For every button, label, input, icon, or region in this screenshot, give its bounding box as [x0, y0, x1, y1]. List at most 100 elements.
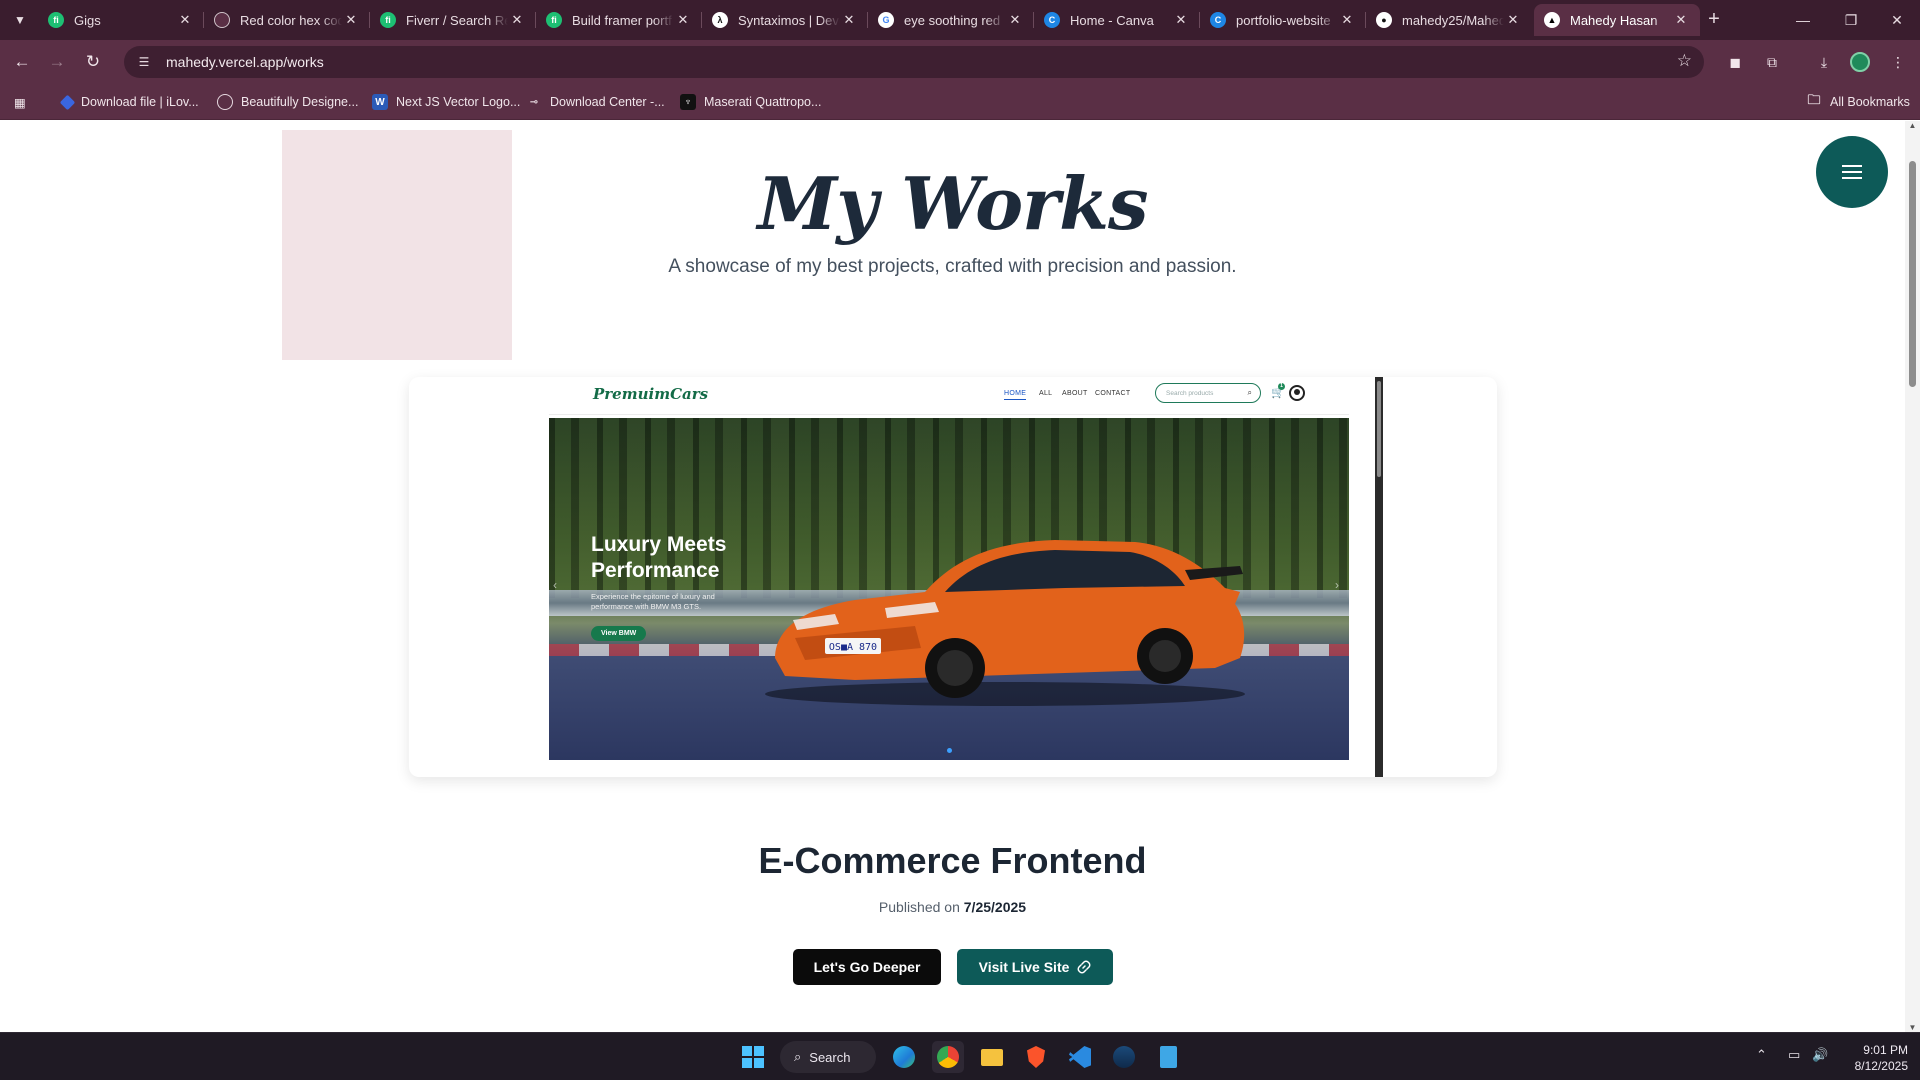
hamburger-menu-button[interactable]: [1816, 136, 1888, 208]
tab-active[interactable]: ▲ Mahedy Hasan ✕: [1534, 4, 1700, 36]
minimize-icon[interactable]: —: [1780, 0, 1826, 40]
system-clock[interactable]: 9:01 PM 8/12/2025: [1838, 1042, 1908, 1074]
url-text: mahedy.vercel.app/works: [166, 54, 324, 70]
site-info-icon[interactable]: ☰: [134, 52, 154, 72]
syntaximos-icon: λ: [712, 12, 728, 28]
bookmark-item[interactable]: Beautifully Designe...: [217, 91, 358, 113]
hero-description: Experience the epitome of luxury and per…: [591, 592, 715, 611]
canva-icon: C: [1044, 12, 1060, 28]
forward-icon[interactable]: →: [43, 48, 71, 76]
display-icon[interactable]: ▭: [1788, 1047, 1800, 1063]
scroll-up-icon[interactable]: ▲: [1907, 121, 1918, 130]
page-scrollbar[interactable]: ▲ ▼: [1905, 121, 1920, 1032]
bookmark-item[interactable]: ♆ Maserati Quattropo...: [680, 91, 821, 113]
preview-hero-image: OS■A 870 Luxury Meets Performance Experi…: [549, 418, 1349, 760]
tab-close-icon[interactable]: ✕: [1672, 12, 1690, 28]
link-icon: ⊸: [529, 96, 539, 108]
vscode-icon[interactable]: [1064, 1041, 1096, 1073]
tab-close-icon[interactable]: ✕: [1338, 12, 1356, 28]
tab-close-icon[interactable]: ✕: [342, 12, 360, 28]
bookmark-label: Beautifully Designe...: [241, 95, 359, 109]
scrollbar-thumb[interactable]: [1909, 161, 1916, 387]
tab-strip: ▼ fi Gigs ✕ Red color hex cod ✕ fi Fiver…: [0, 0, 1920, 40]
user-icon: [1289, 385, 1305, 401]
chrome-icon[interactable]: [932, 1041, 964, 1073]
extensions-puzzle-icon[interactable]: ⧉: [1760, 50, 1784, 74]
scroll-down-icon[interactable]: ▼: [1907, 1023, 1918, 1032]
tab-close-icon[interactable]: ✕: [840, 12, 858, 28]
bookmark-star-icon[interactable]: ☆: [1677, 51, 1692, 71]
notepad-icon[interactable]: [1152, 1041, 1184, 1073]
tab-title: Home - Canva: [1070, 12, 1154, 28]
taskbar-search-label: Search: [809, 1049, 851, 1065]
search-icon: ⌕: [794, 1049, 802, 1064]
back-icon[interactable]: ←: [8, 48, 36, 76]
tab[interactable]: fi Build framer portf ✕: [536, 4, 702, 36]
all-bookmarks[interactable]: 🗀 All Bookmarks: [1806, 91, 1909, 113]
preview-logo: PremuimCars: [593, 385, 709, 403]
steam-icon[interactable]: [1108, 1041, 1140, 1073]
preview-navbar: PremuimCars HOME ALL ABOUT CONTACT Searc…: [549, 377, 1349, 415]
maserati-icon: ♆: [680, 94, 696, 110]
reload-icon[interactable]: ↻: [79, 48, 107, 76]
address-bar[interactable]: ☰ mahedy.vercel.app/works ☆: [124, 46, 1704, 78]
tab-close-icon[interactable]: ✕: [176, 12, 194, 28]
project-title: E-Commerce Frontend: [758, 840, 1147, 881]
new-tab-icon[interactable]: +: [1702, 8, 1726, 32]
restore-icon[interactable]: ❐: [1828, 0, 1874, 40]
vercel-icon: ▲: [1544, 12, 1560, 28]
tab-close-icon[interactable]: ✕: [508, 12, 526, 28]
bookmark-label: Next JS Vector Logo...: [396, 95, 521, 109]
tab[interactable]: C portfolio-website ✕: [1200, 4, 1366, 36]
windows-taskbar: ⌕ Search ⌃ ▭ 🔊 9:01 PM 8/12/2025: [0, 1032, 1920, 1080]
tab-close-icon[interactable]: ✕: [1172, 12, 1190, 28]
volume-icon[interactable]: 🔊: [1812, 1047, 1828, 1063]
hero-title: Luxury Meets Performance: [591, 533, 727, 582]
edge-icon[interactable]: [888, 1041, 920, 1073]
folder-icon: 🗀: [1807, 92, 1821, 107]
tab-search-chevron-icon[interactable]: ▼: [8, 8, 32, 32]
menu-kebab-icon[interactable]: ⋮: [1886, 50, 1910, 74]
carousel-dot: [947, 748, 952, 753]
openai-icon: [217, 94, 233, 110]
tab[interactable]: ● mahedy25/Mahed ✕: [1366, 4, 1532, 36]
bookmark-label: Download file | iLov...: [81, 95, 199, 109]
bookmark-item[interactable]: W Next JS Vector Logo...: [372, 91, 520, 113]
close-window-icon[interactable]: ✕: [1874, 0, 1920, 40]
download-icon[interactable]: ⤓: [1812, 50, 1836, 74]
lets-go-deeper-label: Let's Go Deeper: [813, 959, 921, 975]
clock-date: 8/12/2025: [1854, 1059, 1908, 1073]
taskbar-search[interactable]: ⌕ Search: [780, 1041, 876, 1073]
github-icon: ●: [1376, 12, 1392, 28]
apps-grid-icon[interactable]: ▦: [14, 91, 26, 113]
extension-icon[interactable]: ◼: [1723, 50, 1747, 74]
lets-go-deeper-button[interactable]: Let's Go Deeper: [793, 949, 941, 985]
project-screenshot[interactable]: PremuimCars HOME ALL ABOUT CONTACT Searc…: [549, 377, 1383, 777]
tray-chevron-icon[interactable]: ⌃: [1756, 1047, 1767, 1063]
file-explorer-icon[interactable]: [976, 1041, 1008, 1073]
tab-close-icon[interactable]: ✕: [1504, 12, 1522, 28]
tab-title: portfolio-website: [1236, 12, 1331, 28]
profile-avatar-icon[interactable]: [1848, 50, 1872, 74]
tab-close-icon[interactable]: ✕: [674, 12, 692, 28]
fiverr-icon: fi: [546, 12, 562, 28]
tab[interactable]: fi Gigs ✕: [38, 4, 204, 36]
carousel-next-icon: ›: [1335, 578, 1339, 592]
page-subtitle: A showcase of my best projects, crafted …: [668, 256, 1237, 277]
published-line: Published on 7/25/2025: [0, 899, 1905, 915]
tab[interactable]: fi Fiverr / Search Re ✕: [370, 4, 536, 36]
windows-start-icon[interactable]: [737, 1041, 769, 1073]
tab[interactable]: λ Syntaximos | Deve ✕: [702, 4, 868, 36]
tab-close-icon[interactable]: ✕: [1006, 12, 1024, 28]
bookmark-item[interactable]: ⊸ Download Center -...: [526, 91, 665, 113]
bookmark-item[interactable]: Download file | iLov...: [59, 91, 199, 113]
tab[interactable]: C Home - Canva ✕: [1034, 4, 1200, 36]
clock-time: 9:01 PM: [1863, 1043, 1908, 1057]
brave-icon[interactable]: [1020, 1041, 1052, 1073]
visit-live-site-button[interactable]: Visit Live Site: [957, 949, 1113, 985]
tab[interactable]: Red color hex cod ✕: [204, 4, 370, 36]
preview-scrollbar[interactable]: [1375, 377, 1383, 777]
tab[interactable]: G eye soothing red ✕: [868, 4, 1034, 36]
hamburger-icon: [1842, 171, 1862, 173]
bookmark-label: Download Center -...: [550, 95, 665, 109]
